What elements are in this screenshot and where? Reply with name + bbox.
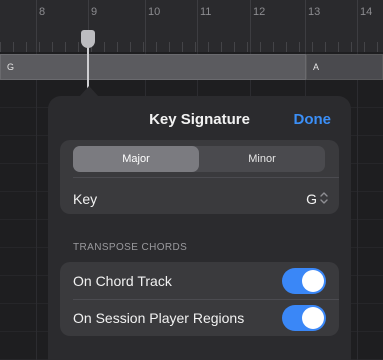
done-button[interactable]: Done: [294, 111, 332, 128]
timeline-ruler[interactable]: 8 9 10 11 12 13 14: [0, 0, 383, 52]
key-signature-popover: Key Signature Done Major Minor Key G TRA…: [48, 96, 351, 360]
toggle-knob: [302, 307, 324, 329]
on-session-player-regions-toggle[interactable]: [282, 305, 326, 331]
key-value[interactable]: G: [306, 191, 317, 207]
track-bar-line: [36, 52, 37, 360]
ruler-bar-number: 13: [308, 6, 321, 18]
segment-major[interactable]: Major: [73, 146, 199, 172]
ruler-bar-line: [305, 0, 306, 52]
chord-region-label: A: [313, 62, 320, 72]
key-settings-group: Major Minor Key G: [60, 140, 339, 214]
ruler-bar-number: 12: [253, 6, 266, 18]
on-chord-track-toggle[interactable]: [282, 268, 326, 294]
ruler-bar-number: 10: [148, 6, 161, 18]
playhead-handle[interactable]: [81, 30, 95, 48]
ruler-bar-line: [197, 0, 198, 52]
ruler-bar-line: [250, 0, 251, 52]
on-chord-track-label: On Chord Track: [73, 273, 172, 289]
ruler-bar-line: [357, 0, 358, 52]
on-session-player-regions-label: On Session Player Regions: [73, 310, 245, 326]
ruler-bar-number: 11: [200, 6, 212, 18]
toggle-knob: [302, 270, 324, 292]
ruler-bar-line: [36, 0, 37, 52]
ruler-bar-number: 9: [91, 6, 98, 18]
transpose-chords-header: TRANSPOSE CHORDS: [73, 242, 188, 253]
ruler-bar-number: 8: [39, 6, 46, 18]
chevron-up-down-icon[interactable]: [319, 190, 329, 206]
chord-region-a[interactable]: A: [306, 54, 383, 80]
track-bar-line: [357, 52, 358, 360]
divider: [73, 299, 339, 300]
ruler-bar-line: [145, 0, 146, 52]
key-label: Key: [73, 191, 98, 207]
chord-region-label: G: [7, 62, 15, 72]
transpose-group: On Chord Track On Session Player Regions: [60, 262, 339, 336]
divider: [73, 177, 339, 178]
ruler-ticks: [0, 42, 383, 52]
scale-segmented-control: Major Minor: [73, 146, 325, 172]
ruler-bar-number: 14: [360, 6, 373, 18]
chord-region-g[interactable]: G: [0, 54, 306, 80]
segment-minor[interactable]: Minor: [199, 146, 325, 172]
